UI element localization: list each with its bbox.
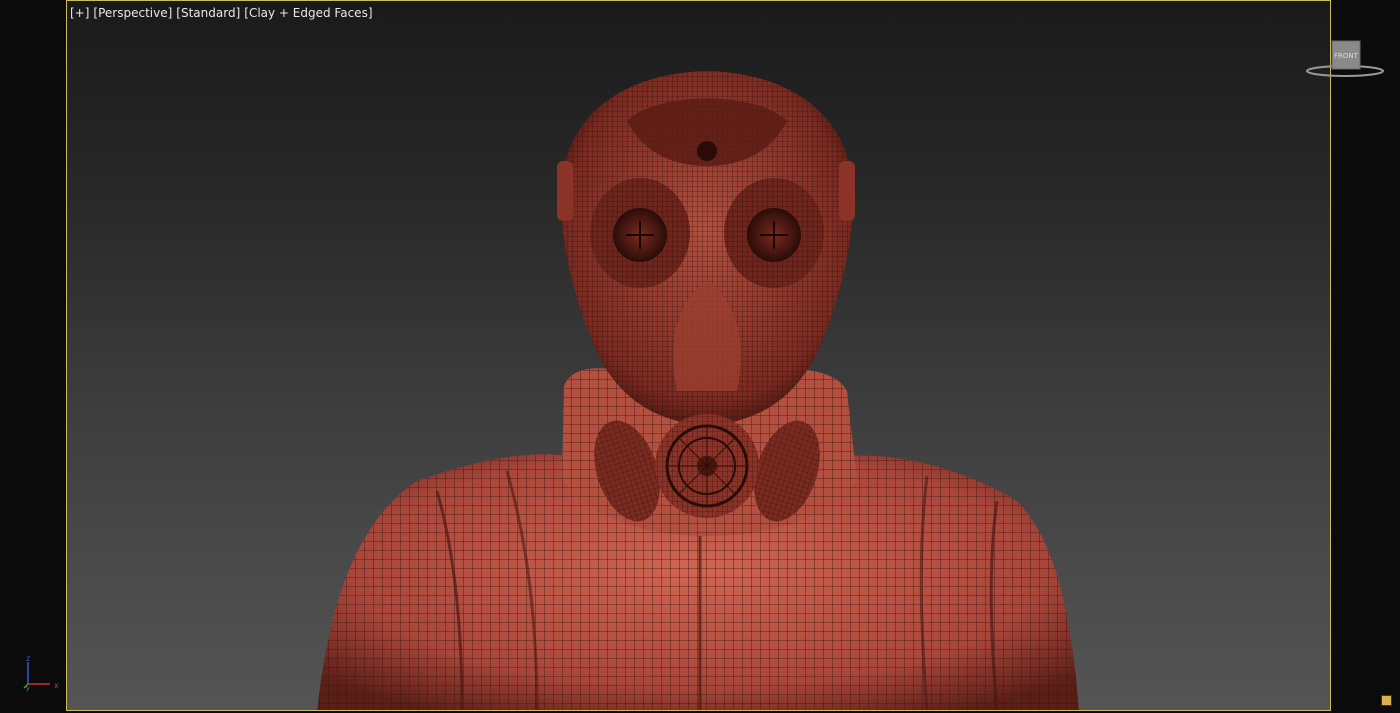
maximize-viewport-icon[interactable] — [1381, 695, 1392, 706]
axis-x-label: x — [54, 681, 59, 690]
axis-y-label: y — [26, 685, 30, 692]
gas-mask-mesh — [557, 71, 855, 522]
safe-frame[interactable]: [+] [Perspective] [Standard] [Clay + Edg… — [66, 0, 1331, 711]
axis-tripod-icon: z x y — [23, 654, 59, 692]
viewport-menu-button[interactable]: [+] — [70, 6, 89, 20]
viewport-shading-mode[interactable]: [Clay + Edged Faces] — [244, 6, 372, 20]
viewcube-face-label: FRONT — [1334, 52, 1359, 60]
viewcube-icon[interactable]: FRONT — [1300, 38, 1390, 83]
character-model[interactable] — [67, 1, 1331, 711]
viewport-label[interactable]: [+] [Perspective] [Standard] [Clay + Edg… — [70, 6, 373, 20]
viewport-render-mode[interactable]: [Standard] — [176, 6, 240, 20]
viewport-view-mode[interactable]: [Perspective] — [93, 6, 172, 20]
axis-z-label: z — [26, 654, 30, 663]
perspective-viewport[interactable]: [+] [Perspective] [Standard] [Clay + Edg… — [0, 0, 1400, 713]
